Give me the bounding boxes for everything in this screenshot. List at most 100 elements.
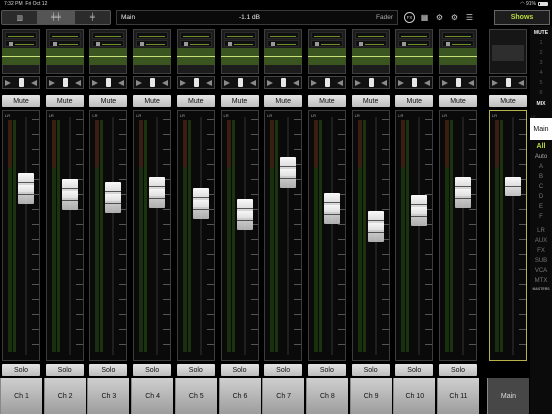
solo-button[interactable]: Solo (264, 364, 303, 376)
solo-button[interactable]: Solo (351, 364, 390, 376)
layer-group-item[interactable]: FX (530, 246, 552, 256)
mute-button[interactable]: Mute (307, 95, 346, 107)
solo-button[interactable]: Solo (176, 364, 215, 376)
settings-gear-icon[interactable]: ⚙ (434, 12, 445, 23)
mute-button[interactable]: Mute (264, 95, 303, 107)
eq-graph[interactable] (439, 48, 477, 65)
mute-button[interactable]: Mute (351, 95, 390, 107)
pan-control[interactable] (45, 76, 84, 89)
solo-button[interactable]: Solo (395, 364, 434, 376)
eq-graph[interactable] (395, 48, 434, 65)
pan-knob[interactable] (324, 78, 330, 87)
view-group-item[interactable]: D (530, 192, 552, 202)
view-group-item[interactable]: All (530, 142, 552, 152)
pan-control[interactable] (264, 76, 303, 89)
mute-button[interactable]: Mute (176, 95, 215, 107)
mute-button[interactable]: Mute (89, 95, 128, 107)
channel-name[interactable]: Main (487, 378, 529, 414)
eq-graph[interactable] (89, 48, 128, 65)
layer-group-item[interactable]: SUB (530, 256, 552, 266)
eq-graph[interactable] (45, 48, 84, 65)
pan-control[interactable] (220, 76, 259, 89)
mute-group-item[interactable]: 2 (530, 48, 552, 58)
pan-control[interactable] (351, 76, 390, 89)
mute-button[interactable]: Mute (133, 95, 172, 107)
mute-button[interactable]: Mute (489, 95, 527, 107)
pan-control[interactable] (489, 76, 527, 89)
faders-view-icon[interactable]: ╪╪ (38, 11, 75, 24)
solo-button[interactable]: Solo (45, 364, 84, 376)
channel-name[interactable]: Ch 3 (87, 378, 130, 414)
main-overview[interactable] (489, 29, 527, 74)
eq-graph[interactable] (220, 48, 259, 65)
layer-group-item[interactable]: AUX (530, 236, 552, 246)
pan-control[interactable] (439, 76, 477, 89)
layer-group-item[interactable]: VCA (530, 266, 552, 276)
view-group-item[interactable]: E (530, 202, 552, 212)
mix-selector[interactable]: Main (530, 118, 552, 140)
eq-graph[interactable] (2, 48, 40, 65)
pan-knob[interactable] (62, 78, 68, 87)
view-group-item[interactable]: Auto (530, 152, 552, 162)
channel-name[interactable]: Ch 7 (262, 378, 305, 414)
channel-name[interactable]: Ch 2 (43, 378, 86, 414)
view-group-item[interactable]: B (530, 172, 552, 182)
fx-icon[interactable]: FX (404, 12, 415, 23)
channel-name[interactable]: Ch 5 (174, 378, 217, 414)
mute-button[interactable]: Mute (220, 95, 259, 107)
eq-graph[interactable] (176, 48, 215, 65)
view-group-item[interactable]: C (530, 182, 552, 192)
channel-name[interactable]: Ch 1 (0, 378, 42, 414)
pan-knob[interactable] (106, 78, 112, 87)
pan-knob[interactable] (150, 78, 156, 87)
solo-button[interactable]: Solo (307, 364, 346, 376)
mute-group-item[interactable]: 5 (530, 78, 552, 88)
pan-control[interactable] (395, 76, 434, 89)
view-group-item[interactable]: A (530, 162, 552, 172)
mute-group-item[interactable]: 6 (530, 88, 552, 98)
mute-button[interactable]: Mute (45, 95, 84, 107)
channel-name[interactable]: Ch 9 (349, 378, 392, 414)
solo-button[interactable]: Solo (89, 364, 128, 376)
solo-button[interactable]: Solo (220, 364, 259, 376)
eq-graph[interactable] (307, 48, 346, 65)
pan-control[interactable] (89, 76, 128, 89)
pan-control[interactable] (2, 76, 40, 89)
mute-group-item[interactable]: 4 (530, 68, 552, 78)
mixer-view-icon[interactable]: ▥ (2, 11, 39, 24)
routing-icon[interactable]: ⚙ (449, 12, 460, 23)
eq-graph[interactable] (133, 48, 172, 65)
solo-button[interactable]: Solo (133, 364, 172, 376)
pan-knob[interactable] (506, 78, 511, 87)
mute-group-item[interactable]: 3 (530, 58, 552, 68)
solo-button[interactable]: Solo (2, 364, 40, 376)
pan-knob[interactable] (368, 78, 374, 87)
pan-control[interactable] (176, 76, 215, 89)
pan-knob[interactable] (193, 78, 199, 87)
mute-button[interactable]: Mute (395, 95, 434, 107)
channel-name[interactable]: Ch 6 (218, 378, 261, 414)
fader-cap[interactable] (505, 177, 521, 197)
layer-group-item[interactable]: LR (530, 226, 552, 236)
pan-knob[interactable] (19, 78, 24, 87)
pan-control[interactable] (307, 76, 346, 89)
channel-name[interactable]: Ch 10 (393, 378, 436, 414)
pan-knob[interactable] (237, 78, 243, 87)
channel-name[interactable]: Ch 11 (437, 378, 479, 414)
eq-graph[interactable] (264, 48, 303, 65)
pan-control[interactable] (133, 76, 172, 89)
channel-name[interactable]: Ch 8 (305, 378, 348, 414)
pan-knob[interactable] (281, 78, 287, 87)
solo-button[interactable]: Solo (439, 364, 477, 376)
options-icon[interactable]: ☰ (464, 12, 475, 23)
shows-button[interactable]: Shows (494, 10, 550, 25)
mute-button[interactable]: Mute (2, 95, 40, 107)
channel-name[interactable]: Ch 4 (131, 378, 174, 414)
mute-group-item[interactable]: 1 (530, 38, 552, 48)
eq-graph[interactable] (351, 48, 390, 65)
pan-knob[interactable] (456, 78, 461, 87)
mute-button[interactable]: Mute (439, 95, 477, 107)
pan-knob[interactable] (412, 78, 418, 87)
view-group-item[interactable]: F (530, 212, 552, 222)
keyboard-icon[interactable]: ▦ (419, 12, 430, 23)
